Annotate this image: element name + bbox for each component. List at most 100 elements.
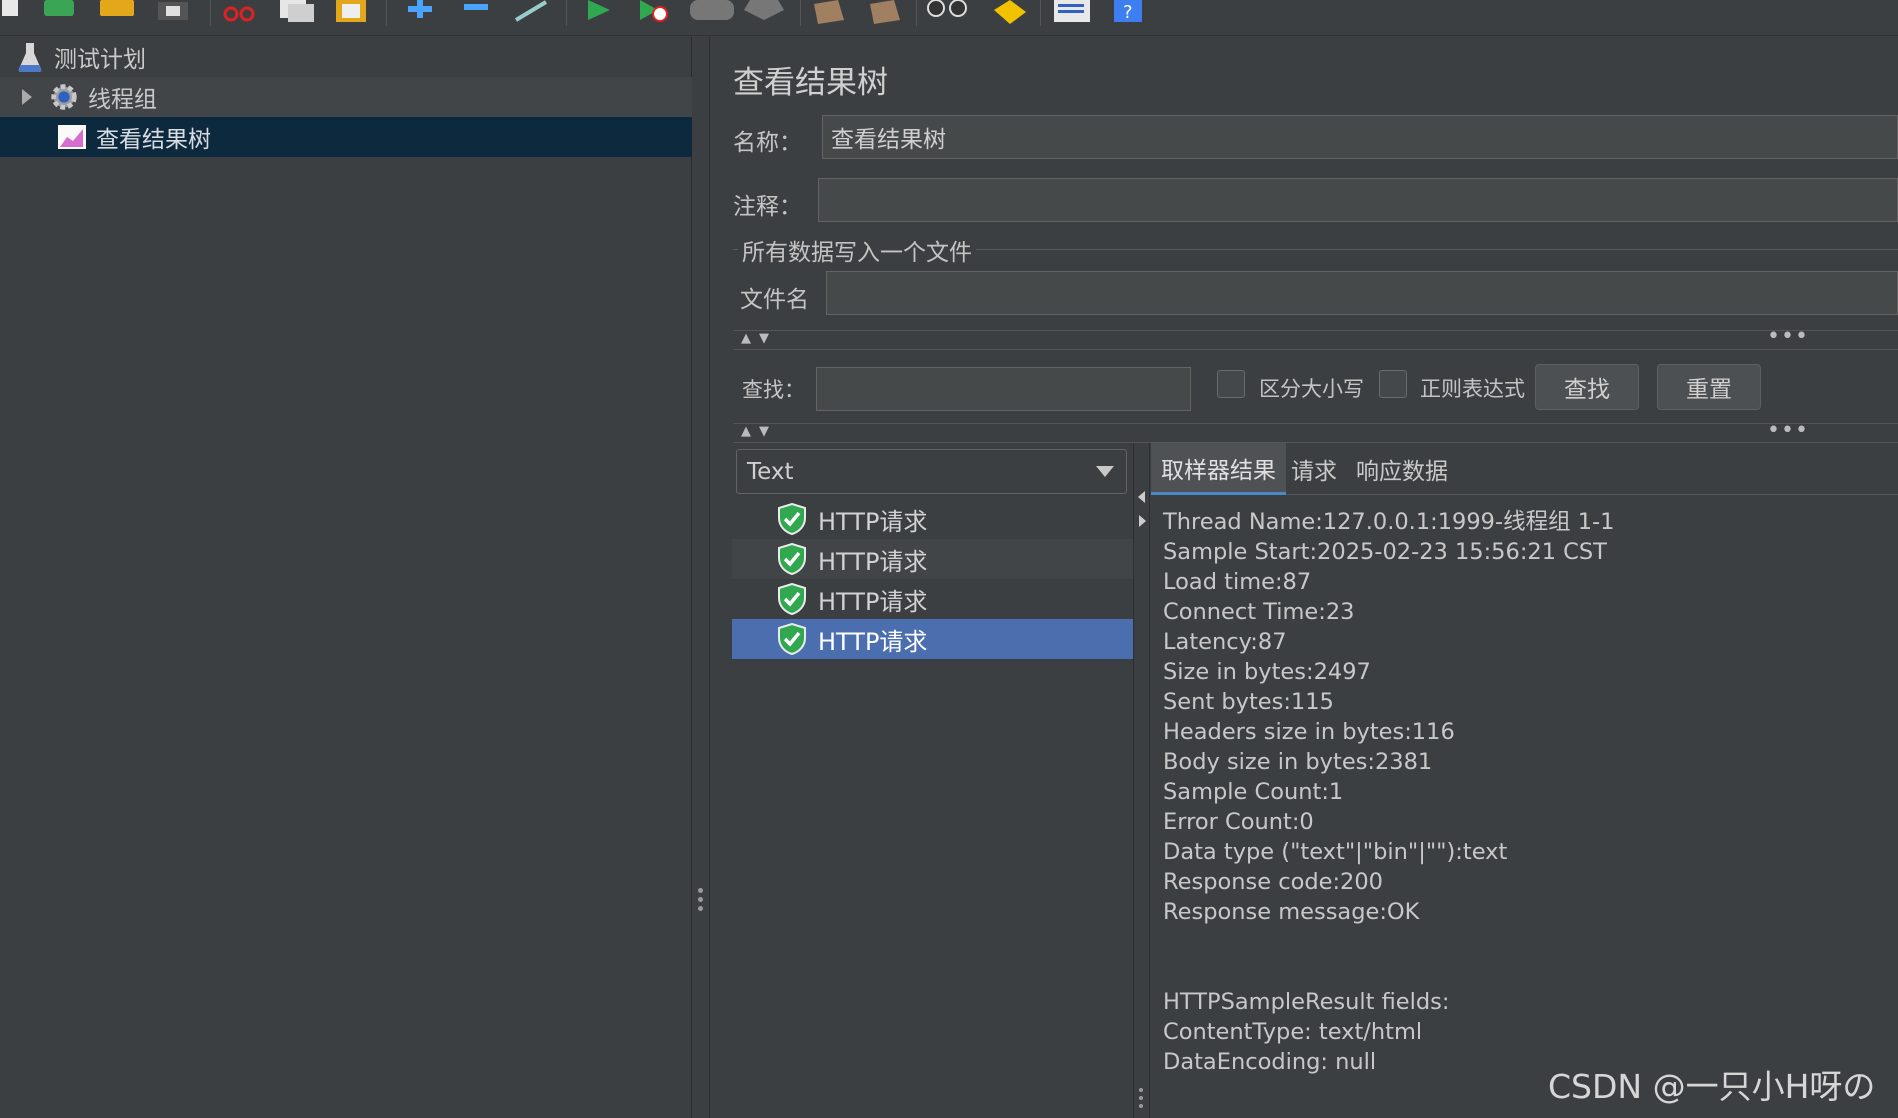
start-icon[interactable]: [582, 0, 618, 24]
view-results-tree-panel: 查看结果树 名称： 查看结果树 注释： 所有数据写入一个文件 文件名 ▲▼ ••…: [711, 37, 1898, 1118]
tree-item-view-results-tree[interactable]: 查看结果树: [0, 117, 692, 157]
shutdown-icon[interactable]: [744, 0, 784, 24]
toolbar-separator: [916, 0, 917, 26]
result-line: [1163, 927, 1898, 957]
flask-icon: [14, 41, 46, 73]
expand-arrow-icon[interactable]: [22, 89, 32, 105]
result-line: [1163, 957, 1898, 987]
result-item-label: HTTP请求: [818, 547, 928, 576]
result-item[interactable]: HTTP请求: [732, 539, 1133, 579]
test-plan-tree: 测试计划 线程组 查看结果树: [0, 37, 692, 1118]
result-line: Headers size in bytes:116: [1163, 719, 1455, 745]
search-icon[interactable]: [926, 0, 967, 24]
function-helper-icon[interactable]: [1052, 0, 1090, 24]
result-line: Connect Time:23: [1163, 599, 1355, 625]
tab-request[interactable]: 请求: [1281, 443, 1347, 495]
filename-field[interactable]: [826, 271, 1898, 315]
result-tabs: 取样器结果 请求 响应数据: [1151, 443, 1898, 495]
file-group-title: 所有数据写入一个文件: [738, 233, 976, 267]
result-item[interactable]: HTTP请求: [732, 579, 1133, 619]
search-input[interactable]: [816, 367, 1191, 411]
comment-field[interactable]: [818, 178, 1898, 222]
toolbar-separator: [1040, 0, 1041, 26]
result-line: ContentType: text/html: [1163, 1019, 1423, 1045]
collapse-icon[interactable]: [458, 0, 494, 24]
templates-icon[interactable]: [42, 0, 78, 24]
result-item-label: HTTP请求: [818, 587, 928, 616]
clear-all-icon[interactable]: [864, 0, 900, 24]
open-icon[interactable]: [98, 0, 134, 24]
tree-item-test-plan[interactable]: 测试计划: [0, 37, 692, 77]
tab-sampler-result[interactable]: 取样器结果: [1151, 443, 1286, 495]
grip-dot: [698, 888, 703, 893]
toggle-icon[interactable]: [512, 0, 548, 24]
tree-item-label: 测试计划: [54, 47, 146, 73]
divider: [733, 423, 1898, 424]
result-line: Data type ("text"|"bin"|""):text: [1163, 839, 1508, 865]
result-line: Body size in bytes:2381: [1163, 749, 1433, 775]
success-shield-icon: [776, 623, 808, 655]
stop-icon[interactable]: [690, 0, 734, 24]
grip-dot: [1139, 1088, 1143, 1092]
tree-item-label: 线程组: [88, 87, 157, 113]
result-line: Load time:87: [1163, 569, 1312, 595]
filename-label: 文件名: [740, 287, 809, 313]
search-label: 查找：: [742, 378, 805, 402]
case-sensitive-label: 区分大小写: [1259, 377, 1364, 401]
watermark: CSDN @一只小H呀の: [1548, 1067, 1876, 1106]
reset-button[interactable]: 重置: [1657, 364, 1761, 410]
help-icon[interactable]: ?: [1112, 0, 1148, 24]
toolbar-separator: [566, 0, 567, 26]
page-title: 查看结果树: [733, 65, 888, 101]
tree-item-label: 查看结果树: [96, 127, 211, 153]
success-shield-icon: [776, 543, 808, 575]
renderer-selected-value: Text: [747, 458, 794, 485]
expand-icon[interactable]: [402, 0, 438, 24]
sample-result-list: HTTP请求 HTTP请求 HTTP请求 HTTP请求: [732, 499, 1133, 1118]
name-label: 名称：: [733, 130, 802, 156]
comment-label: 注释：: [733, 194, 802, 220]
reset-search-icon[interactable]: [990, 0, 1026, 24]
result-item-selected[interactable]: HTTP请求: [732, 619, 1133, 659]
regex-checkbox[interactable]: [1379, 370, 1407, 398]
result-line: Size in bytes:2497: [1163, 659, 1371, 685]
renderer-select[interactable]: Text: [736, 449, 1127, 494]
divider: [733, 330, 1898, 331]
collapse-arrows-icon[interactable]: ▲▼: [741, 424, 777, 439]
success-shield-icon: [776, 583, 808, 615]
copy-icon[interactable]: [276, 0, 314, 24]
result-item-label: HTTP请求: [818, 507, 928, 536]
main-splitter[interactable]: [692, 37, 710, 1118]
gear-icon: [48, 81, 80, 113]
case-sensitive-checkbox[interactable]: [1217, 370, 1245, 398]
more-dots-icon[interactable]: •••: [1767, 418, 1809, 443]
toolbar: ?: [0, 0, 1898, 36]
collapse-left-icon[interactable]: [1138, 491, 1145, 503]
chart-icon: [56, 121, 88, 153]
new-icon[interactable]: [0, 0, 36, 24]
clear-icon[interactable]: [808, 0, 844, 24]
cut-icon[interactable]: [222, 0, 258, 24]
svg-text:?: ?: [1123, 2, 1133, 22]
grip-dot: [1139, 1096, 1143, 1100]
tree-item-thread-group[interactable]: 线程组: [0, 77, 692, 117]
more-dots-icon[interactable]: •••: [1767, 324, 1809, 349]
start-no-pause-icon[interactable]: [636, 0, 672, 24]
results-splitter[interactable]: [1133, 443, 1150, 1118]
collapse-arrows-icon[interactable]: ▲▼: [741, 331, 777, 346]
paste-icon[interactable]: [334, 0, 370, 24]
grip-dot: [1139, 1104, 1143, 1108]
name-field[interactable]: 查看结果树: [822, 115, 1898, 159]
chevron-down-icon: [1096, 466, 1114, 477]
result-item[interactable]: HTTP请求: [732, 499, 1133, 539]
result-line: HTTPSampleResult fields:: [1163, 989, 1450, 1015]
save-icon[interactable]: [156, 0, 192, 24]
toolbar-separator: [800, 0, 801, 26]
find-button[interactable]: 查找: [1535, 364, 1639, 410]
result-line: Error Count:0: [1163, 809, 1314, 835]
tab-response-data[interactable]: 响应数据: [1346, 443, 1458, 495]
collapse-right-icon[interactable]: [1139, 515, 1146, 527]
toolbar-separator: [210, 0, 211, 26]
sampler-result-text: Thread Name:127.0.0.1:1999-线程组 1-1 Sample…: [1163, 507, 1898, 1077]
toolbar-separator: [386, 0, 387, 26]
